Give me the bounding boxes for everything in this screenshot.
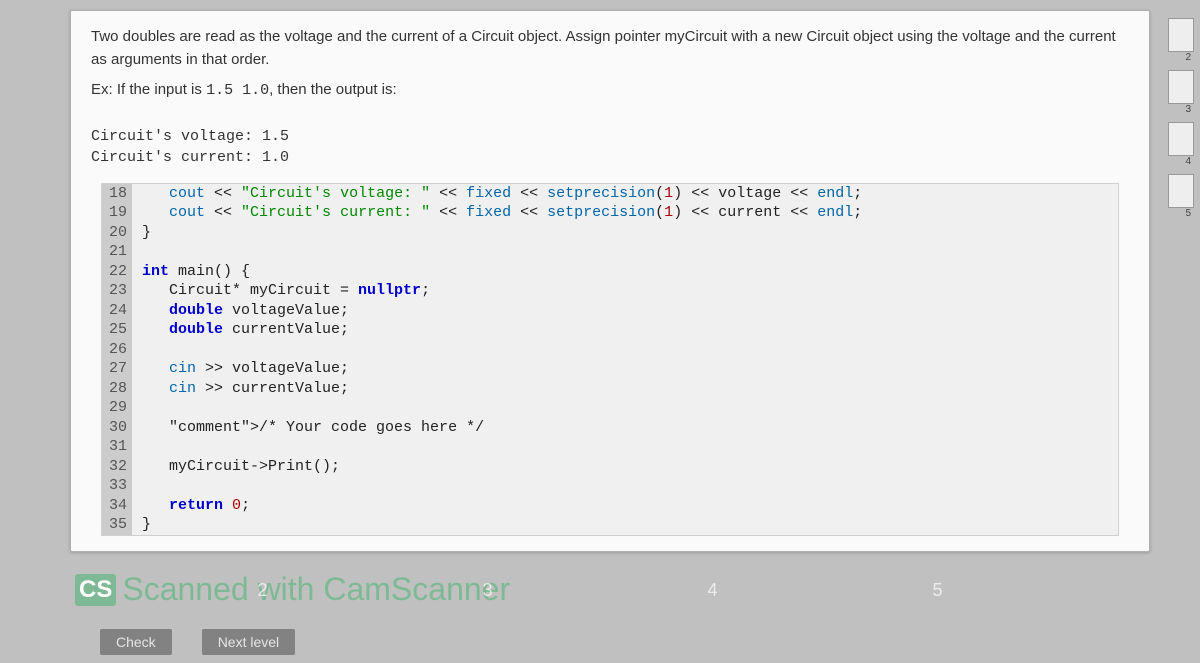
instruction-text-2: Ex: If the input is 1.5 1.0, then the ou… (91, 79, 1129, 103)
code-text[interactable]: cin >> currentValue; (132, 379, 349, 399)
code-text[interactable]: double currentValue; (132, 320, 349, 340)
code-line[interactable]: 34 return 0; (102, 496, 1118, 516)
line-number: 30 (102, 418, 132, 438)
code-line[interactable]: 28 cin >> currentValue; (102, 379, 1118, 399)
instruction-text-1: Two doubles are read as the voltage and … (91, 26, 1129, 71)
code-text[interactable] (132, 340, 151, 360)
code-line[interactable]: 21 (102, 242, 1118, 262)
line-number: 32 (102, 457, 132, 477)
page-thumbnails: 2 3 4 5 (1168, 18, 1194, 208)
code-text[interactable]: myCircuit->Print(); (132, 457, 340, 477)
button-row: Check Next level (100, 629, 295, 655)
watermark-text: Scanned with CamScanner (122, 571, 510, 608)
code-line[interactable]: 19 cout << "Circuit's current: " << fixe… (102, 203, 1118, 223)
thumbnail[interactable]: 2 (1168, 18, 1194, 52)
line-number: 21 (102, 242, 132, 262)
code-text[interactable]: return 0; (132, 496, 250, 516)
check-button[interactable]: Check (100, 629, 172, 655)
code-line[interactable]: 26 (102, 340, 1118, 360)
code-text[interactable]: double voltageValue; (132, 301, 349, 321)
line-number: 20 (102, 223, 132, 243)
line-number: 34 (102, 496, 132, 516)
example-output: Circuit's voltage: 1.5 Circuit's current… (71, 121, 1149, 183)
page-num: 5 (932, 580, 942, 601)
code-text[interactable] (132, 242, 151, 262)
code-line[interactable]: 23 Circuit* myCircuit = nullptr; (102, 281, 1118, 301)
camscanner-watermark: CS Scanned with CamScanner (75, 571, 510, 608)
page-num: 4 (707, 580, 717, 601)
code-line[interactable]: 32 myCircuit->Print(); (102, 457, 1118, 477)
code-line[interactable]: 30 "comment">/* Your code goes here */ (102, 418, 1118, 438)
output-line-2: Circuit's current: 1.0 (91, 147, 1129, 168)
code-line[interactable]: 35} (102, 515, 1118, 535)
code-text[interactable]: "comment">/* Your code goes here */ (132, 418, 484, 438)
line-number: 29 (102, 398, 132, 418)
output-line-1: Circuit's voltage: 1.5 (91, 126, 1129, 147)
code-editor[interactable]: 18 cout << "Circuit's voltage: " << fixe… (101, 183, 1119, 536)
thumbnail[interactable]: 5 (1168, 174, 1194, 208)
line-number: 33 (102, 476, 132, 496)
line-number: 35 (102, 515, 132, 535)
code-line[interactable]: 31 (102, 437, 1118, 457)
code-text[interactable]: cout << "Circuit's current: " << fixed <… (132, 203, 862, 223)
code-line[interactable]: 18 cout << "Circuit's voltage: " << fixe… (102, 184, 1118, 204)
code-text[interactable]: } (132, 515, 151, 535)
code-line[interactable]: 33 (102, 476, 1118, 496)
code-text[interactable] (132, 398, 151, 418)
code-text[interactable]: } (132, 223, 151, 243)
code-text[interactable]: Circuit* myCircuit = nullptr; (132, 281, 430, 301)
line-number: 24 (102, 301, 132, 321)
line-number: 23 (102, 281, 132, 301)
line-number: 22 (102, 262, 132, 282)
cs-badge: CS (75, 574, 116, 606)
thumbnail[interactable]: 3 (1168, 70, 1194, 104)
line-number: 25 (102, 320, 132, 340)
code-line[interactable]: 25 double currentValue; (102, 320, 1118, 340)
line-number: 31 (102, 437, 132, 457)
code-line[interactable]: 20} (102, 223, 1118, 243)
code-line[interactable]: 22int main() { (102, 262, 1118, 282)
line-number: 26 (102, 340, 132, 360)
exercise-panel: Two doubles are read as the voltage and … (70, 10, 1150, 552)
code-text[interactable]: cin >> voltageValue; (132, 359, 349, 379)
code-text[interactable] (132, 437, 151, 457)
code-line[interactable]: 29 (102, 398, 1118, 418)
next-level-button[interactable]: Next level (202, 629, 295, 655)
code-text[interactable] (132, 476, 151, 496)
code-text[interactable]: cout << "Circuit's voltage: " << fixed <… (132, 184, 862, 204)
line-number: 19 (102, 203, 132, 223)
instruction-block: Two doubles are read as the voltage and … (71, 11, 1149, 121)
line-number: 18 (102, 184, 132, 204)
code-line[interactable]: 24 double voltageValue; (102, 301, 1118, 321)
code-text[interactable]: int main() { (132, 262, 250, 282)
line-number: 28 (102, 379, 132, 399)
line-number: 27 (102, 359, 132, 379)
code-line[interactable]: 27 cin >> voltageValue; (102, 359, 1118, 379)
thumbnail[interactable]: 4 (1168, 122, 1194, 156)
